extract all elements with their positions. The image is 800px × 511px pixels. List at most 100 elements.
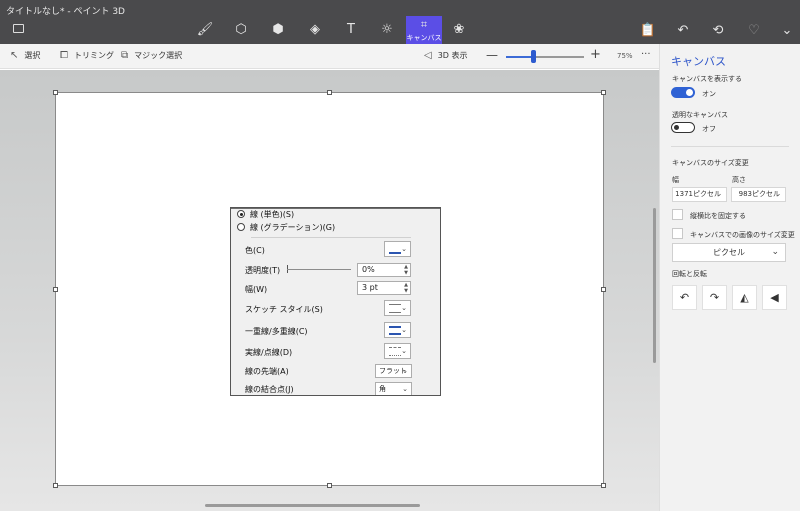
flip-horizontal-button[interactable]: ◀: [762, 285, 787, 310]
unit-value: ピクセル: [713, 248, 745, 257]
transparency-spinner: 0% ▲ ▼: [357, 263, 411, 277]
height-label: 高さ: [732, 176, 746, 184]
resize-handle-bottom-right[interactable]: [601, 483, 606, 488]
lock-aspect-ratio-checkbox[interactable]: [672, 209, 683, 220]
select-button[interactable]: ↖ 選択: [10, 50, 40, 61]
zoom-in-button[interactable]: +: [590, 47, 601, 62]
window-title: タイトルなし* - ペイント 3D: [6, 7, 125, 17]
unit-select[interactable]: ピクセル ⌄: [672, 243, 786, 262]
canvas-tool[interactable]: ⌗ キャンバス: [406, 16, 442, 44]
chevron-down-icon: ⌄: [401, 245, 407, 253]
vertical-scrollbar[interactable]: [653, 208, 656, 363]
brushes-icon: 🖌: [196, 22, 214, 37]
magic-select-button[interactable]: ⧉ マジック選択: [121, 50, 182, 61]
canvas-width-input[interactable]: 1371ピクセル: [672, 187, 727, 202]
select-icon: ↖: [10, 50, 19, 61]
flip-horizontal-icon: ◀: [770, 291, 779, 304]
resize-handle-top-left[interactable]: [53, 90, 58, 95]
crop-button[interactable]: ⧠ トリミング: [60, 50, 114, 61]
chevron-down-icon: ⌄: [402, 367, 408, 375]
sketch-style-picker: ⌄: [384, 300, 411, 316]
panel-separator: [671, 146, 789, 147]
brushes-tool[interactable]: 🖌: [190, 17, 220, 43]
crop-icon: ⧠: [60, 50, 68, 61]
cap-type-select: フラット ⌄: [375, 364, 412, 378]
effects-icon: ☼: [381, 22, 393, 37]
rotate-flip-label: 回転と反転: [672, 270, 707, 278]
chevron-down-icon: ⌄: [781, 23, 793, 38]
resize-handle-bottom-left[interactable]: [53, 483, 58, 488]
join-type-value: 角: [379, 385, 386, 393]
color-picker: ⌄: [384, 241, 411, 257]
compound-type-picker: ⌄: [384, 322, 411, 338]
resize-handle-top[interactable]: [327, 90, 332, 95]
transparency-slider: [287, 269, 351, 270]
more-options-button[interactable]: ···: [641, 49, 651, 60]
history-icon: ⟲: [712, 23, 724, 38]
stickers-tool[interactable]: ◈: [300, 17, 330, 43]
canvas-toolbar: ↖ 選択 ⧠ トリミング ⧉ マジック選択 ◁ 3D 表示 — + 75% ···: [0, 44, 659, 69]
3d-shapes-tool[interactable]: ⬢: [263, 17, 293, 43]
transparent-canvas-label: 透明なキャンバス: [672, 111, 728, 119]
effects-tool[interactable]: ☼: [372, 17, 402, 43]
chevron-down-icon: ⌄: [401, 347, 407, 355]
transparent-canvas-toggle[interactable]: [671, 122, 695, 133]
flip-vertical-icon: ◭: [740, 291, 749, 304]
horizontal-scrollbar[interactable]: [205, 504, 420, 507]
zoom-slider-fill: [506, 56, 534, 58]
rotate-left-icon: ↶: [679, 291, 690, 304]
3d-shapes-icon: ⬢: [272, 22, 284, 37]
2d-shapes-icon: ⬡: [235, 22, 247, 37]
rotate-right-icon: ↷: [709, 291, 720, 304]
chevron-down-icon: ⌄: [401, 326, 407, 334]
dialog-separator: [251, 237, 411, 238]
chevron-down-icon: ⌄: [401, 304, 407, 312]
resize-handle-top-right[interactable]: [601, 90, 606, 95]
rotate-right-button[interactable]: ↷: [702, 285, 727, 310]
menu-icon[interactable]: [13, 24, 24, 33]
resize-image-checkbox[interactable]: [672, 228, 683, 239]
undo-icon: ↶: [677, 23, 689, 38]
undo-button[interactable]: ↶: [672, 20, 694, 42]
pen-color-icon: [389, 245, 401, 254]
spinner-arrows-icon: ▲ ▼: [404, 264, 408, 276]
resize-handle-bottom[interactable]: [327, 483, 332, 488]
flip-vertical-button[interactable]: ◭: [732, 285, 757, 310]
zoom-slider-thumb[interactable]: [531, 50, 537, 63]
view-3d-icon: ◁: [424, 50, 432, 61]
resize-handle-left[interactable]: [53, 287, 58, 292]
canvas-height-input[interactable]: 983ピクセル: [731, 187, 786, 202]
text-tool[interactable]: T: [336, 17, 366, 43]
select-label: 選択: [24, 51, 41, 60]
chevron-down-icon: ⌄: [402, 385, 408, 393]
join-type-label: 線の結合点(J): [245, 385, 294, 394]
zoom-slider[interactable]: [506, 50, 584, 63]
view-3d-button[interactable]: ◁ 3D 表示: [424, 50, 468, 61]
3d-library-tool[interactable]: ❀: [444, 17, 474, 43]
canvas-icon: ⌗: [420, 18, 428, 31]
expand-button[interactable]: ⌄: [776, 20, 798, 42]
rotate-left-button[interactable]: ↶: [672, 285, 697, 310]
history-button[interactable]: ⟲: [707, 20, 729, 42]
sketch-style-label: スケッチ スタイル(S): [245, 305, 323, 314]
redo-button[interactable]: ♡: [743, 20, 765, 42]
canvas[interactable]: 線 (単色)(S) 線 (グラデーション)(G) 色(C) ⌄ 透明度(T) 0…: [55, 92, 604, 486]
magic-select-icon: ⧉: [121, 50, 129, 61]
dash-type-picker: ⌄: [384, 343, 411, 359]
redo-icon: ♡: [748, 23, 760, 38]
resize-handle-right[interactable]: [601, 287, 606, 292]
solid-line-label: 線 (単色)(S): [250, 210, 295, 219]
width-label: 幅(W): [245, 285, 268, 294]
2d-shapes-tool[interactable]: ⬡: [226, 17, 256, 43]
zoom-percent[interactable]: 75%: [617, 52, 633, 60]
zoom-out-button[interactable]: —: [486, 48, 498, 62]
gradient-line-label: 線 (グラデーション)(G): [250, 223, 336, 232]
resize-image-label: キャンバスでの画像のサイズ変更: [690, 231, 795, 239]
pasted-format-dialog-image[interactable]: 線 (単色)(S) 線 (グラデーション)(G) 色(C) ⌄ 透明度(T) 0…: [230, 207, 441, 396]
sketch-style-icon: [389, 304, 401, 313]
stickers-icon: ◈: [310, 22, 320, 37]
join-type-select: 角 ⌄: [375, 382, 412, 395]
show-canvas-toggle[interactable]: [671, 87, 695, 98]
solid-line-radio: [237, 210, 245, 218]
paste-button[interactable]: 📋: [637, 20, 659, 42]
